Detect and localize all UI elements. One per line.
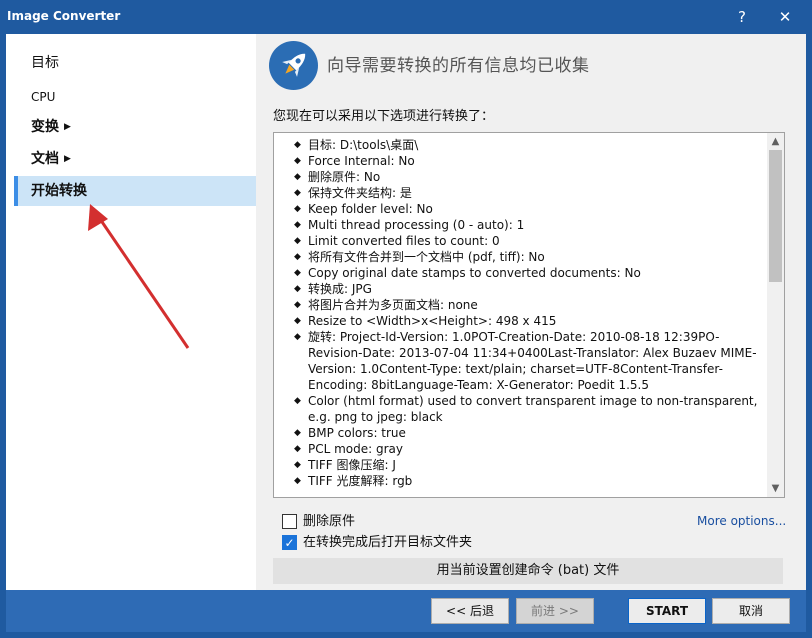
summary-item: ◆ Color (html format) used to convert tra… [274,393,769,425]
summary-item-text: 删除原件: No [308,170,381,184]
scroll-down-icon[interactable]: ▼ [767,480,784,497]
delete-original-label: 删除原件 [303,514,356,529]
cancel-button[interactable]: 取消 [712,598,790,624]
page-title: 向导需要转换的所有信息均已收集 [327,56,590,76]
summary-item: ◆ 删除原件: No [274,169,769,185]
wizard-body: 目标 CPU 变换 ▶ 文档 ▶ 开始转换 向导需要转换的所有信息均已收集 您现… [6,34,806,590]
close-button[interactable]: ✕ [770,4,800,30]
back-button[interactable]: << 后退 [431,598,509,624]
wizard-footer: << 后退 前进 >> START 取消 [6,590,806,632]
summary-item: ◆ 旋转: Project-Id-Version: 1.0POT-Creation… [274,329,769,393]
summary-item-text: Copy original date stamps to converted d… [308,266,641,280]
sidebar-item-cpu[interactable]: CPU [14,82,256,112]
sidebar: 目标 CPU 变换 ▶ 文档 ▶ 开始转换 [6,34,256,590]
summary-item: ◆ 目标: D:\tools\桌面\ [274,137,769,153]
bullet-icon: ◆ [294,428,301,438]
summary-item: ◆ Limit converted files to count: 0 [274,233,769,249]
summary-item-text: 将所有文件合并到一个文档中 (pdf, tiff): No [308,250,545,264]
summary-item-text: 保持文件夹结构: 是 [308,186,412,200]
summary-item-text: Force Internal: No [308,154,415,168]
start-button[interactable]: START [628,598,706,624]
bullet-icon: ◆ [294,204,301,214]
main-pane: 向导需要转换的所有信息均已收集 您现在可以采用以下选项进行转换了： ◆ 目标: D… [256,34,806,590]
bullet-icon: ◆ [294,188,301,198]
summary-item: ◆ 转换成: JPG [274,281,769,297]
summary-item-text: 将图片合并为多页面文档: none [308,298,478,312]
summary-item-text: Color (html format) used to convert tran… [308,394,758,424]
open-folder-checkbox[interactable]: ✓ [282,535,297,550]
summary-item: ◆ Keep folder level: No [274,201,769,217]
bullet-icon: ◆ [294,476,301,486]
sidebar-item-target[interactable]: 目标 [14,48,256,78]
summary-item: ◆ 将所有文件合并到一个文档中 (pdf, tiff): No [274,249,769,265]
summary-list: ◆ 目标: D:\tools\桌面\ ◆ Force Internal: No ◆ 删除原… [274,133,769,489]
summary-item-text: Multi thread processing (0 - auto): 1 [308,218,525,232]
instructions-text: 您现在可以采用以下选项进行转换了： [273,109,495,124]
arrow-shaft [96,215,190,349]
bullet-icon: ◆ [294,284,301,294]
summary-item-text: 转换成: JPG [308,282,372,296]
bullet-icon: ◆ [294,140,301,150]
caret-right-icon: ▶ [64,122,71,132]
bullet-icon: ◆ [294,236,301,246]
create-bat-file-button[interactable]: 用当前设置创建命令 (bat) 文件 [273,558,783,584]
scroll-thumb[interactable] [769,150,782,282]
summary-item-text: TIFF 图像压缩: J [308,458,396,472]
help-button[interactable]: ? [727,4,757,30]
bullet-icon: ◆ [294,396,301,406]
summary-item-text: Keep folder level: No [308,202,433,216]
summary-item: ◆ Multi thread processing (0 - auto): 1 [274,217,769,233]
summary-item-text: PCL mode: gray [308,442,404,456]
vertical-scrollbar[interactable]: ▲ ▼ [767,133,784,497]
arrow-head [88,204,108,231]
bullet-icon: ◆ [294,316,301,326]
sidebar-item-label: 开始转换 [31,183,87,199]
sidebar-item-document[interactable]: 文档 ▶ [14,144,256,174]
bullet-icon: ◆ [294,460,301,470]
summary-item: ◆ Resize to <Width>x<Height>: 498 x 415 [274,313,769,329]
summary-item: ◆ Force Internal: No [274,153,769,169]
scroll-up-icon[interactable]: ▲ [767,133,784,150]
sidebar-item-start-conversion[interactable]: 开始转换 [14,176,256,206]
bullet-icon: ◆ [294,156,301,166]
settings-summary-list[interactable]: ◆ 目标: D:\tools\桌面\ ◆ Force Internal: No ◆ 删除原… [273,132,785,498]
summary-item: ◆ TIFF 光度解释: rgb [274,473,769,489]
title-bar: Image Converter ? ✕ [0,0,812,34]
bullet-icon: ◆ [294,332,301,342]
bullet-icon: ◆ [294,252,301,262]
rocket-icon [269,41,318,90]
bullet-icon: ◆ [294,172,301,182]
summary-item-text: Resize to <Width>x<Height>: 498 x 415 [308,314,557,328]
sidebar-item-label: 文档 [31,151,59,167]
summary-item-text: 目标: D:\tools\桌面\ [308,138,419,152]
summary-item-text: BMP colors: true [308,426,406,440]
summary-item: ◆ 保持文件夹结构: 是 [274,185,769,201]
summary-item-text: TIFF 光度解释: rgb [308,474,413,488]
summary-item: ◆ PCL mode: gray [274,441,769,457]
bullet-icon: ◆ [294,220,301,230]
next-button[interactable]: 前进 >> [516,598,594,624]
summary-item-text: Limit converted files to count: 0 [308,234,500,248]
sidebar-item-label: 变换 [31,119,59,135]
summary-item: ◆ BMP colors: true [274,425,769,441]
bullet-icon: ◆ [294,300,301,310]
sidebar-item-label: CPU [31,90,56,104]
sidebar-item-label: 目标 [31,55,59,71]
window-title: Image Converter [7,9,121,23]
summary-item: ◆ 将图片合并为多页面文档: none [274,297,769,313]
summary-item: ◆ Copy original date stamps to converted … [274,265,769,281]
sidebar-item-transform[interactable]: 变换 ▶ [14,112,256,142]
bullet-icon: ◆ [294,444,301,454]
summary-item: ◆ TIFF 图像压缩: J [274,457,769,473]
summary-item-text: 旋转: Project-Id-Version: 1.0POT-Creation-… [308,330,757,392]
open-folder-label: 在转换完成后打开目标文件夹 [303,535,473,550]
caret-right-icon: ▶ [64,154,71,164]
delete-original-checkbox[interactable] [282,514,297,529]
more-options-link[interactable]: More options... [697,514,786,528]
bullet-icon: ◆ [294,268,301,278]
